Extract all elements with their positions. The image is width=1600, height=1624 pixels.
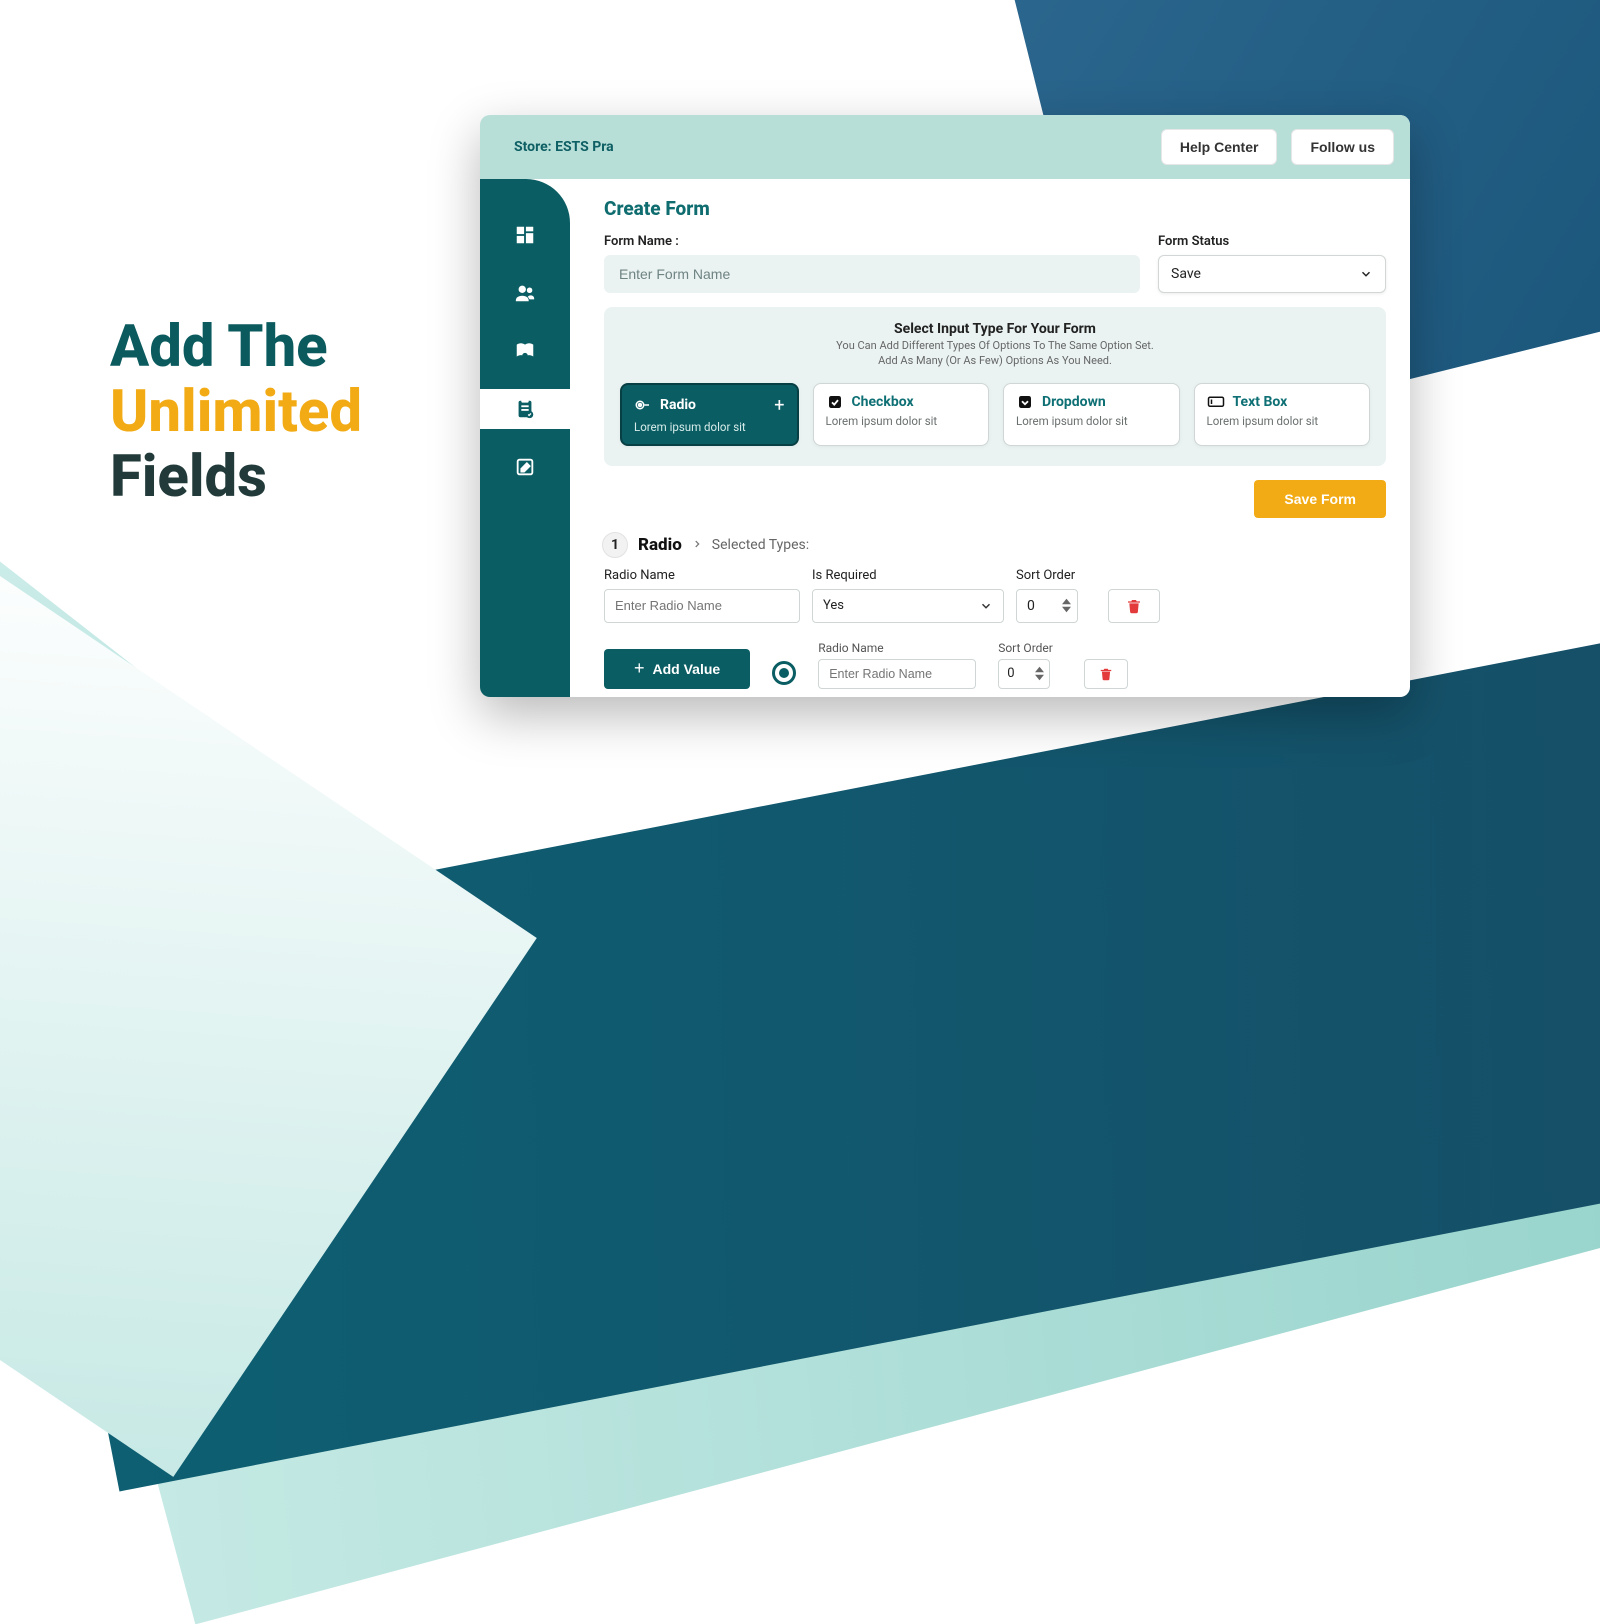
edit-icon (514, 456, 536, 478)
sidebar-item-library[interactable] (480, 331, 570, 371)
store-name: ESTS Pra (555, 139, 614, 155)
delete-value-button[interactable] (1084, 659, 1128, 689)
type-desc: Lorem ipsum dolor sit (1207, 414, 1358, 428)
forms-icon (514, 398, 536, 420)
radio-type-icon (634, 397, 652, 413)
plus-icon: + (774, 395, 784, 416)
sidebar-item-dashboard[interactable] (480, 215, 570, 255)
type-name: Checkbox (852, 394, 914, 410)
form-name-input[interactable] (604, 255, 1140, 293)
arrow-up-icon (1062, 598, 1071, 605)
arrow-down-icon (1035, 674, 1044, 681)
type-card-checkbox[interactable]: Checkbox Lorem ipsum dolor sit (813, 383, 990, 446)
help-center-button[interactable]: Help Center (1161, 129, 1278, 165)
type-card-textbox[interactable]: Text Box Lorem ipsum dolor sit (1194, 383, 1371, 446)
type-desc: Lorem ipsum dolor sit (826, 414, 977, 428)
value-sort-input[interactable]: 0 (998, 659, 1050, 689)
plus-icon: + (634, 658, 645, 679)
content-area: Create Form Form Name : Form Status Save… (570, 179, 1410, 697)
value-name-input[interactable] (818, 659, 976, 689)
value-sort-label: Sort Order (998, 641, 1062, 655)
type-name: Text Box (1233, 394, 1288, 410)
arrow-down-icon (1062, 606, 1071, 613)
book-icon (514, 340, 536, 362)
radio-preview-icon (772, 661, 796, 685)
value-sort-value: 0 (1007, 666, 1014, 681)
hero-heading: Add The Unlimited Fields (110, 315, 362, 510)
sort-order-input[interactable]: 0 (1016, 589, 1078, 623)
store-prefix: Store: (514, 139, 555, 155)
store-label: Store: ESTS Pra (514, 139, 614, 155)
trash-icon (1126, 597, 1142, 615)
input-type-panel: Select Input Type For Your Form You Can … (604, 307, 1386, 466)
sidebar-item-users[interactable] (480, 273, 570, 313)
is-required-label: Is Required (812, 568, 1004, 583)
breadcrumb-sub: Selected Types: (712, 537, 809, 553)
follow-us-button[interactable]: Follow us (1291, 129, 1394, 165)
type-desc: Lorem ipsum dolor sit (1016, 414, 1167, 428)
hero-line-2: Unlimited (110, 380, 362, 445)
dropdown-type-icon (1016, 394, 1034, 410)
radio-name-label: Radio Name (604, 568, 800, 583)
value-name-label: Radio Name (818, 641, 976, 655)
textbox-type-icon (1207, 394, 1225, 410)
delete-field-button[interactable] (1108, 589, 1160, 623)
sidebar (480, 179, 570, 697)
app-window: Store: ESTS Pra Help Center Follow us (480, 115, 1410, 697)
type-desc: Lorem ipsum dolor sit (634, 420, 785, 434)
dashboard-icon (514, 224, 536, 246)
arrow-up-icon (1035, 666, 1044, 673)
panel-sub-1: You Can Add Different Types Of Options T… (836, 339, 1154, 352)
radio-name-input[interactable] (604, 589, 800, 623)
chevron-down-icon (1359, 267, 1373, 281)
breadcrumb-main: Radio (638, 535, 682, 555)
top-bar: Store: ESTS Pra Help Center Follow us (480, 115, 1410, 179)
stepper-arrows (1062, 598, 1071, 613)
sort-order-label: Sort Order (1016, 568, 1096, 583)
hero-line-3: Fields (110, 445, 362, 510)
panel-subtitle: You Can Add Different Types Of Options T… (620, 339, 1370, 369)
type-name: Dropdown (1042, 394, 1106, 410)
type-card-dropdown[interactable]: Dropdown Lorem ipsum dolor sit (1003, 383, 1180, 446)
checkbox-type-icon (826, 394, 844, 410)
form-status-label: Form Status (1158, 234, 1386, 249)
stepper-arrows (1035, 666, 1044, 681)
hero-line-1: Add The (110, 315, 362, 380)
type-card-radio[interactable]: Radio + Lorem ipsum dolor sit (620, 383, 799, 446)
chevron-down-icon (979, 599, 993, 613)
top-actions: Help Center Follow us (1161, 129, 1394, 165)
is-required-value: Yes (823, 598, 844, 613)
is-required-select[interactable]: Yes (812, 589, 1004, 623)
field-breadcrumb: 1 Radio Selected Types: (602, 532, 1386, 558)
chevron-right-icon (692, 536, 702, 554)
panel-sub-2: Add As Many (Or As Few) Options As You N… (878, 354, 1112, 367)
form-name-label: Form Name : (604, 234, 1140, 249)
sidebar-item-edit[interactable] (480, 447, 570, 487)
form-status-select[interactable]: Save (1158, 255, 1386, 293)
step-number: 1 (602, 532, 628, 558)
save-form-button[interactable]: Save Form (1254, 480, 1386, 518)
users-icon (514, 282, 536, 304)
page-title: Create Form (604, 197, 1386, 220)
sidebar-item-forms[interactable] (480, 389, 570, 429)
form-status-value: Save (1171, 266, 1201, 282)
trash-icon (1099, 666, 1113, 682)
panel-title: Select Input Type For Your Form (620, 321, 1370, 337)
add-value-label: Add Value (653, 661, 721, 677)
sort-order-value: 0 (1027, 598, 1035, 614)
type-name: Radio (660, 397, 696, 413)
add-value-button[interactable]: + Add Value (604, 649, 750, 689)
